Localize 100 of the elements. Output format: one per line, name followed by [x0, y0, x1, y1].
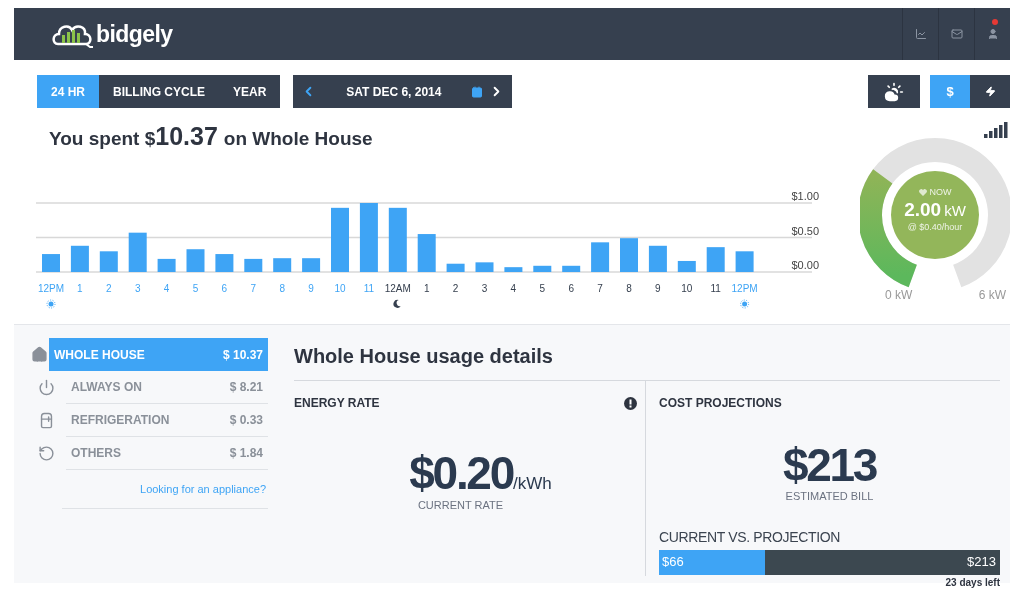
hour-label: 2: [106, 282, 112, 294]
days-left: 23 days left: [945, 575, 1000, 590]
hour-label: 8: [279, 282, 285, 294]
axis-label: $0.50: [791, 224, 819, 236]
heart-icon: [918, 189, 927, 196]
cost-bar[interactable]: [157, 258, 176, 272]
cost-bar[interactable]: [677, 260, 696, 272]
cost-bar[interactable]: [475, 261, 494, 272]
cost-tab[interactable]: $: [930, 75, 970, 108]
rotate-icon: [37, 445, 55, 462]
power-icon: [37, 379, 55, 396]
weather-button[interactable]: [868, 75, 920, 108]
gauge-min-label: 0 kW: [885, 287, 913, 304]
hour-label: 5: [539, 282, 546, 294]
cloud-sun-icon: [884, 81, 904, 102]
now-label: NOW: [929, 188, 952, 197]
cost-bar[interactable]: [215, 253, 234, 272]
range-tab[interactable]: YEAR: [219, 75, 281, 108]
range-tab[interactable]: 24 HR: [37, 75, 99, 108]
moon-icon: [393, 299, 401, 308]
hour-label: 12AM: [384, 282, 411, 294]
cost-bar[interactable]: [99, 250, 118, 272]
cost-bar[interactable]: [648, 245, 667, 272]
cost-bar[interactable]: [244, 258, 263, 272]
signal-icon: [984, 121, 1008, 138]
hour-label: 10: [334, 282, 346, 294]
hour-label: 7: [597, 282, 603, 294]
current-amount: $66: [662, 553, 684, 572]
hour-label: 7: [250, 282, 257, 294]
hour-label: 1: [423, 282, 430, 294]
mail-icon: [950, 28, 963, 40]
hour-label: 10: [681, 282, 693, 294]
cost-bar[interactable]: [186, 248, 205, 272]
date-label: SAT DEC 6, 2014: [346, 83, 442, 101]
hour-label: 6: [568, 282, 574, 294]
cost-bar[interactable]: [562, 265, 581, 272]
power-value: 2.00: [904, 200, 942, 219]
cost-bar[interactable]: [706, 246, 725, 272]
house-icon: [31, 346, 48, 363]
gauge-max-label: 6 kW: [978, 287, 1006, 304]
range-tab[interactable]: BILLING CYCLE: [99, 75, 219, 108]
cost-bar[interactable]: [273, 257, 292, 272]
cost-bar[interactable]: [504, 266, 523, 272]
calendar-icon[interactable]: [471, 85, 484, 98]
summary-amount: 10.37: [155, 121, 218, 152]
energy-rate-title: ENERGY RATE: [294, 395, 380, 412]
axis-label: $1.00: [791, 189, 819, 202]
hour-label: 5: [192, 282, 199, 294]
cost-bar[interactable]: [128, 232, 147, 272]
cost-bar[interactable]: [70, 245, 89, 272]
hour-label: 12PM: [731, 282, 758, 294]
cost-bar[interactable]: [446, 263, 465, 272]
estimated-bill-value: $213: [782, 442, 877, 488]
chart-icon: [914, 28, 927, 40]
cost-projections-title: COST PROJECTIONS: [659, 395, 783, 412]
hour-label: 11: [363, 282, 375, 294]
cost-bar[interactable]: [620, 237, 638, 272]
hour-label: 2: [452, 282, 459, 294]
sun-icon: [46, 299, 56, 308]
cost-bar[interactable]: [42, 253, 60, 272]
hour-label: 12PM: [37, 282, 65, 294]
cost-bar[interactable]: [417, 233, 436, 272]
cost-bar[interactable]: [388, 207, 407, 272]
info-icon[interactable]: [624, 396, 637, 410]
cost-bar[interactable]: [359, 202, 378, 272]
category-item[interactable]: ALWAYS ON $ 8.21: [66, 371, 268, 404]
user-icon: [986, 28, 999, 40]
sun-icon: [740, 299, 750, 308]
rate-value: $0.20: [409, 450, 513, 496]
power-tab[interactable]: [970, 75, 1010, 108]
appliance-link[interactable]: Looking for an appliance?: [140, 480, 266, 498]
category-item[interactable]: OTHERS $ 1.84: [66, 437, 268, 470]
hour-label: 4: [510, 282, 517, 294]
cost-bar[interactable]: [591, 241, 610, 272]
bolt-icon: [984, 86, 996, 97]
summary-suffix: on Whole House: [223, 127, 373, 151]
category-item[interactable]: REFRIGERATION $ 0.33: [66, 404, 268, 437]
projected-amount: $213: [967, 553, 996, 572]
hour-label: 4: [163, 282, 170, 294]
summary-prefix: You spent $: [49, 128, 156, 151]
hour-label: 9: [308, 282, 314, 294]
logo-text: bidgely: [96, 19, 173, 49]
hour-label: 6: [221, 282, 228, 294]
cost-bar[interactable]: [302, 257, 321, 272]
power-unit: kW: [944, 203, 966, 218]
hour-label: 3: [134, 282, 141, 294]
rate-caption: CURRENT RATE: [417, 497, 504, 513]
cost-bar[interactable]: [533, 265, 552, 272]
rate-unit: /kWh: [512, 474, 552, 495]
hour-label: 1: [77, 282, 83, 294]
hour-label: 8: [626, 282, 632, 294]
cost-bar[interactable]: [735, 250, 754, 272]
category-item[interactable]: WHOLE HOUSE $ 10.37: [49, 338, 268, 371]
hour-label: 9: [655, 282, 661, 294]
axis-label: $0.00: [791, 258, 819, 271]
hour-label: 3: [481, 282, 488, 294]
comparison-title: CURRENT VS. PROJECTION: [659, 527, 842, 547]
estimated-bill-caption: ESTIMATED BILL: [785, 489, 874, 504]
rate-label: @ $0.40/hour: [907, 221, 963, 234]
details-title: Whole House usage details: [294, 344, 554, 369]
